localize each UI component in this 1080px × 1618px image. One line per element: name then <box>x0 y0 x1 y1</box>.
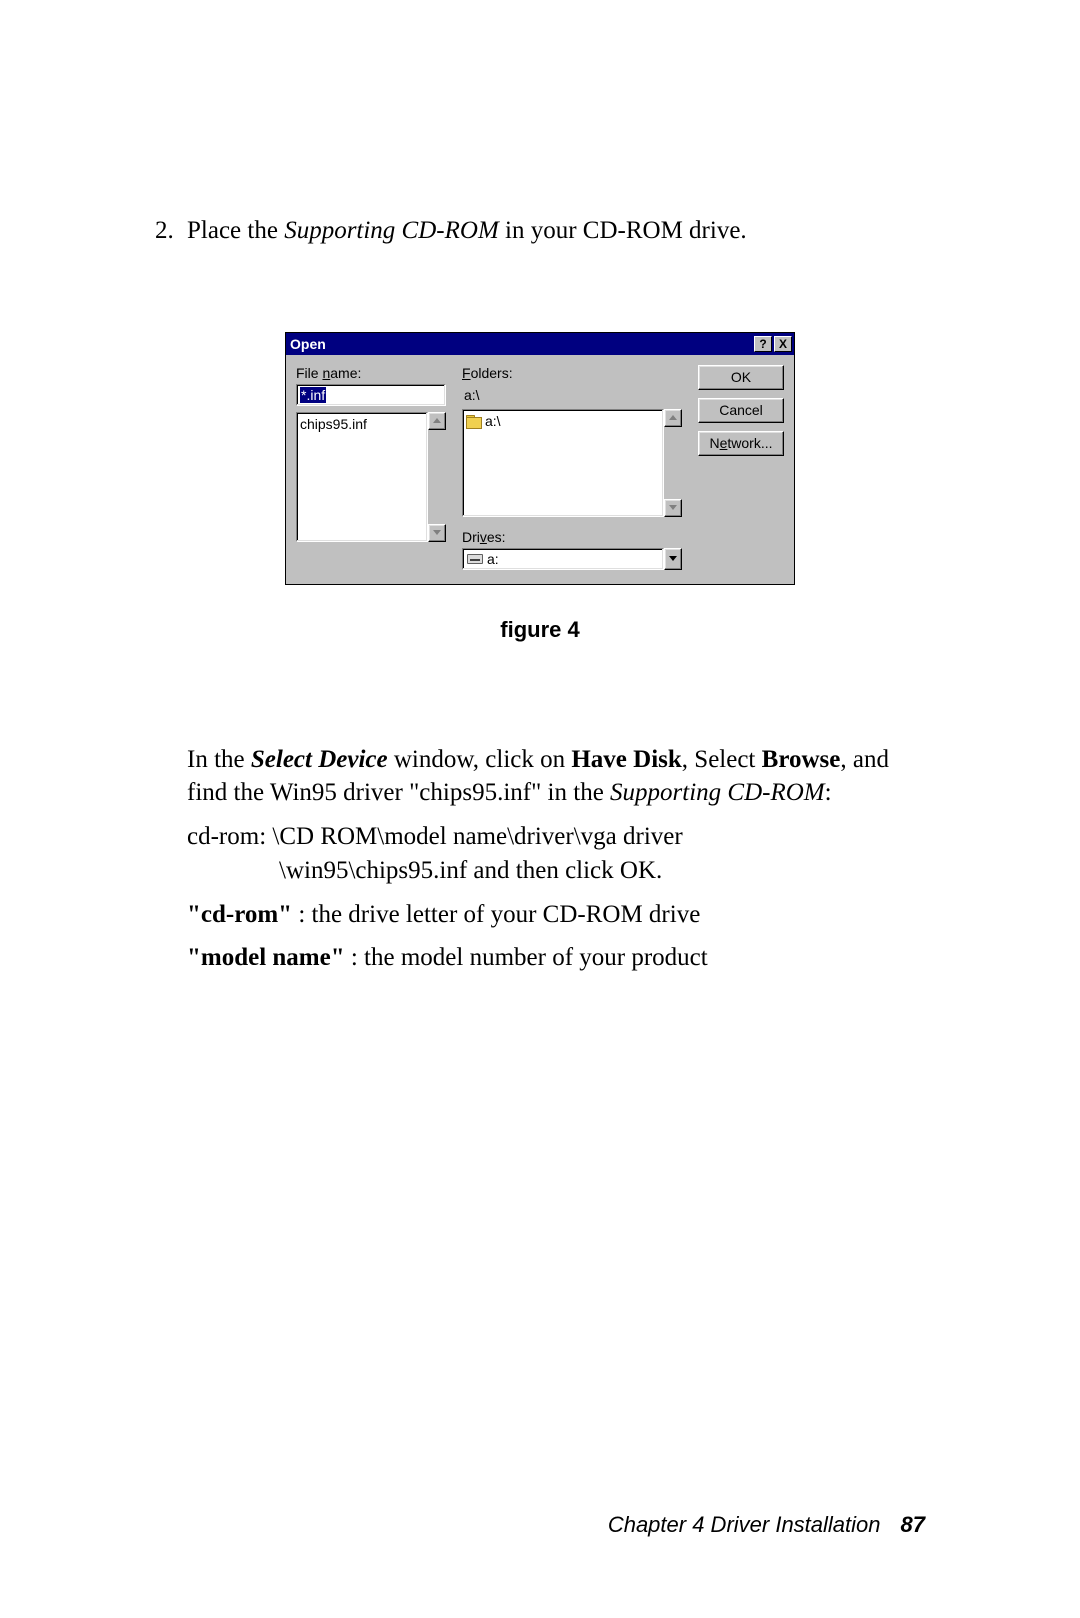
folders-path: a:\ <box>462 384 682 406</box>
filename-input[interactable]: *.inf <box>296 384 446 406</box>
list-item[interactable]: a:\ <box>466 412 660 430</box>
folder-icon <box>466 415 481 427</box>
instruction-block: In the Select Device window, click on Ha… <box>187 743 925 976</box>
scrollbar[interactable] <box>428 412 446 542</box>
titlebar-text: Open <box>290 336 752 352</box>
ok-button[interactable]: OK <box>698 365 784 390</box>
paragraph: "model name" : the model number of your … <box>187 941 925 975</box>
paragraph: cd-rom: \CD ROM\model name\driver\vga dr… <box>187 820 925 888</box>
drive-icon <box>467 554 483 564</box>
scroll-up-icon[interactable] <box>428 412 446 430</box>
step-text: Place the Supporting CD-ROM in your CD-R… <box>187 215 925 248</box>
step-number: 2. <box>155 215 187 248</box>
folder-listbox[interactable]: a:\ <box>462 409 664 517</box>
paragraph: "cd-rom" : the drive letter of your CD-R… <box>187 898 925 932</box>
cancel-button[interactable]: Cancel <box>698 398 784 423</box>
scrollbar[interactable] <box>664 409 682 517</box>
page-number: 87 <box>901 1512 925 1538</box>
scroll-down-icon[interactable] <box>664 499 682 517</box>
chapter-title: Chapter 4 Driver Installation <box>608 1512 881 1538</box>
folders-label: Folders: <box>462 365 682 381</box>
open-dialog: Open ? X File name: *.inf chips95.inf <box>285 332 795 585</box>
scroll-up-icon[interactable] <box>664 409 682 427</box>
help-icon[interactable]: ? <box>754 336 772 352</box>
drives-label: Drives: <box>462 529 682 545</box>
file-listbox[interactable]: chips95.inf <box>296 412 428 542</box>
close-icon[interactable]: X <box>774 336 792 352</box>
filename-label: File name: <box>296 365 446 381</box>
network-button[interactable]: Network... <box>698 431 784 456</box>
chevron-down-icon[interactable] <box>664 548 682 570</box>
paragraph: In the Select Device window, click on Ha… <box>187 743 925 811</box>
figure-label: figure 4 <box>155 617 925 643</box>
page-footer: Chapter 4 Driver Installation 87 <box>608 1512 925 1538</box>
titlebar: Open ? X <box>286 333 794 355</box>
step-2: 2. Place the Supporting CD-ROM in your C… <box>155 215 925 248</box>
scroll-down-icon[interactable] <box>428 524 446 542</box>
list-item[interactable]: chips95.inf <box>300 415 424 433</box>
drives-dropdown[interactable]: a: <box>462 548 682 570</box>
